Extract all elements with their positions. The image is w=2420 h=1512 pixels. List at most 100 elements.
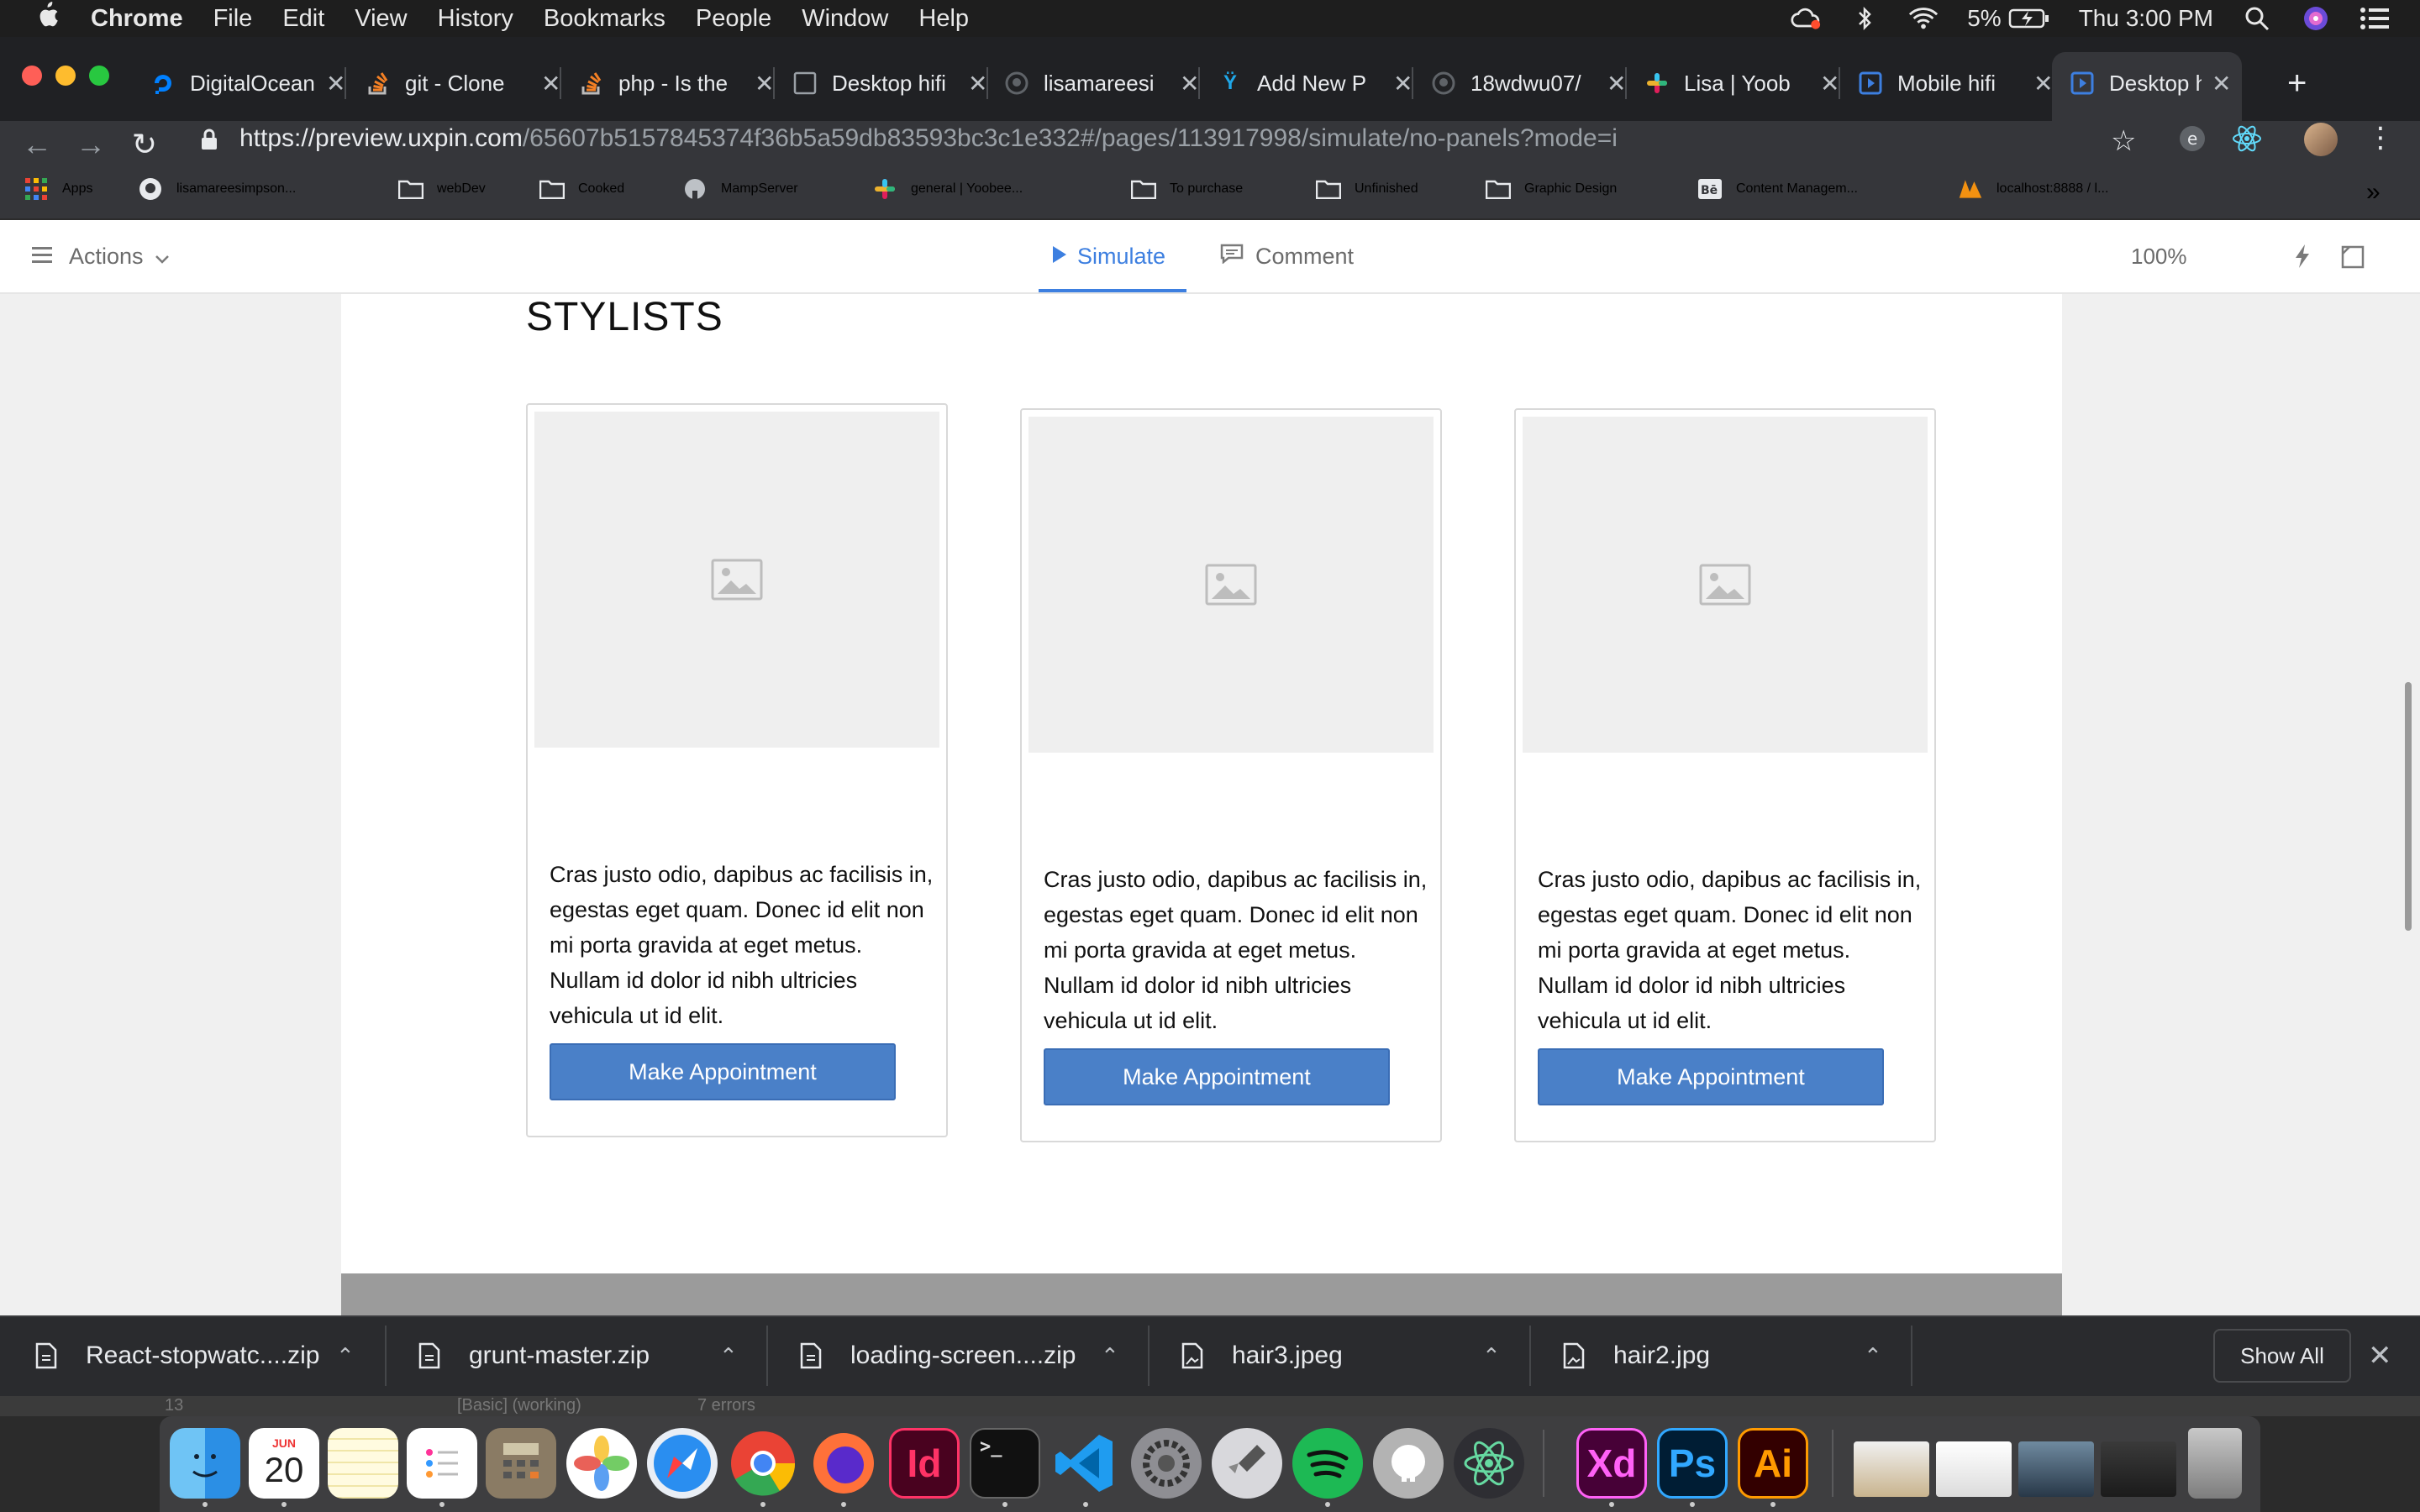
vertical-scrollbar[interactable] (2405, 682, 2412, 931)
reminders-icon[interactable] (407, 1428, 477, 1499)
reload-button[interactable]: ↻ (126, 126, 163, 163)
tab-slack-lisa[interactable]: Lisa | Yoob ✕ (1645, 59, 1839, 108)
system-preferences-icon[interactable] (1131, 1428, 1202, 1499)
bookmark-folder-graphic-design[interactable]: Graphic Design (1486, 178, 1617, 200)
tab-github-lisamareesi[interactable]: lisamareesi ✕ (1005, 59, 1199, 108)
tab-github-18wdwu07[interactable]: 18wdwu07/ ✕ (1432, 59, 1626, 108)
zoom-level[interactable]: 100% (2131, 244, 2187, 270)
minimized-window-thumbnail[interactable] (2101, 1441, 2176, 1497)
url-text[interactable]: https://preview.uxpin.com/65607b51578453… (239, 124, 1618, 153)
tab-add-new-post[interactable]: Ϋ Add New P ✕ (1218, 59, 1413, 108)
more-bookmarks-chevron-icon[interactable]: » (2366, 178, 2381, 207)
menu-history[interactable]: History (438, 5, 513, 33)
close-tab-icon[interactable]: ✕ (968, 70, 987, 97)
tab-php[interactable]: php - Is the ✕ (580, 59, 774, 108)
close-tab-icon[interactable]: ✕ (2033, 70, 2053, 97)
new-tab-button[interactable]: + (2287, 59, 2307, 108)
atom-icon[interactable] (1454, 1428, 1524, 1499)
bookmark-content-management[interactable]: Bē Content Managem... (1697, 178, 1858, 200)
bookmark-star-icon[interactable]: ☆ (2111, 124, 2136, 158)
adobe-xd-icon[interactable]: Xd (1576, 1428, 1647, 1499)
siri-icon[interactable] (2301, 6, 2331, 31)
make-appointment-button[interactable]: Make Appointment (550, 1043, 896, 1100)
download-options-chevron-up-icon[interactable]: ⌃ (336, 1315, 355, 1396)
window-minimize-button[interactable] (55, 66, 76, 86)
photoshop-icon[interactable]: Ps (1657, 1428, 1728, 1499)
bluetooth-icon[interactable] (1849, 6, 1880, 31)
download-item[interactable]: React-stopwatc....zip (35, 1315, 319, 1396)
minimized-window-thumbnail[interactable] (2018, 1441, 2094, 1497)
menu-edit[interactable]: Edit (282, 5, 324, 33)
vscode-icon[interactable] (1050, 1428, 1121, 1499)
comment-tab[interactable]: Comment (1220, 244, 1354, 270)
illustrator-icon[interactable]: Ai (1738, 1428, 1808, 1499)
profile-avatar[interactable] (2304, 123, 2338, 156)
calculator-icon[interactable] (486, 1428, 556, 1499)
minimized-window-thumbnail[interactable] (1936, 1441, 2012, 1497)
spotlight-search-icon[interactable] (2242, 6, 2272, 31)
react-devtools-icon[interactable] (2232, 124, 2262, 157)
tab-mobile-hifi[interactable]: Mobile hifi ✕ (1859, 59, 2053, 108)
download-item[interactable]: hair3.jpeg (1181, 1315, 1343, 1396)
photos-icon[interactable] (566, 1428, 637, 1499)
tab-git-clone[interactable]: git - Clone ✕ (366, 59, 560, 108)
back-button[interactable]: ← (18, 126, 55, 163)
close-tab-icon[interactable]: ✕ (755, 70, 774, 97)
close-tab-icon[interactable]: ✕ (541, 70, 560, 97)
battery-indicator[interactable]: 5% (1967, 5, 2049, 32)
menu-view[interactable]: View (355, 5, 407, 33)
bookmark-mampserver[interactable]: MampServer (682, 178, 798, 200)
download-item[interactable]: loading-screen....zip (800, 1315, 1076, 1396)
sequel-pro-icon[interactable] (1373, 1428, 1444, 1499)
close-tab-icon[interactable]: ✕ (1607, 70, 1626, 97)
terminal-icon[interactable]: >_ (970, 1428, 1040, 1499)
calendar-icon[interactable]: JUN 20 (249, 1428, 319, 1499)
close-tab-icon[interactable]: ✕ (1820, 70, 1839, 97)
indesign-icon[interactable]: Id (889, 1428, 960, 1499)
download-item[interactable]: hair2.jpg (1563, 1315, 1710, 1396)
bookmark-folder-to-purchase[interactable]: To purchase (1131, 178, 1243, 200)
lightning-icon[interactable] (2294, 244, 2311, 273)
menu-bookmarks[interactable]: Bookmarks (544, 5, 666, 33)
menu-people[interactable]: People (696, 5, 771, 33)
menu-file[interactable]: File (213, 5, 253, 33)
extension-evernote-icon[interactable]: e (2178, 124, 2207, 157)
wifi-icon[interactable] (1908, 6, 1939, 31)
minimized-window-thumbnail[interactable] (1854, 1441, 1929, 1497)
download-item[interactable]: grunt-master.zip (418, 1315, 650, 1396)
launchpad-icon[interactable] (1212, 1428, 1282, 1499)
make-appointment-button[interactable]: Make Appointment (1044, 1048, 1390, 1105)
notification-center-icon[interactable] (2360, 6, 2390, 31)
window-zoom-button[interactable] (89, 66, 109, 86)
notes-icon[interactable] (328, 1428, 398, 1499)
creative-cloud-icon[interactable] (1791, 6, 1821, 31)
close-tab-icon[interactable]: ✕ (1180, 70, 1199, 97)
close-tab-icon[interactable]: ✕ (326, 70, 345, 97)
firefox-icon[interactable] (808, 1428, 879, 1499)
close-tab-icon[interactable]: ✕ (2212, 70, 2231, 97)
actions-menu[interactable]: Actions (32, 244, 169, 270)
trash-icon[interactable] (2188, 1428, 2242, 1499)
menu-app-name[interactable]: Chrome (91, 5, 183, 33)
make-appointment-button[interactable]: Make Appointment (1538, 1048, 1884, 1105)
tab-desktop-hifi-active[interactable]: Desktop hi ✕ (2070, 59, 2231, 108)
bookmark-apps[interactable]: Apps (24, 178, 92, 200)
safari-icon[interactable] (647, 1428, 718, 1499)
bookmark-github[interactable]: lisamareesimpson... (138, 178, 296, 200)
bookmark-slack-general[interactable]: general | Yoobee... (872, 178, 1023, 200)
fullscreen-icon[interactable] (2341, 245, 2365, 273)
bookmark-folder-webdev[interactable]: webDev (398, 178, 486, 200)
menu-window[interactable]: Window (802, 5, 888, 33)
menubar-clock[interactable]: Thu 3:00 PM (2079, 5, 2213, 32)
download-options-chevron-up-icon[interactable]: ⌃ (1482, 1315, 1501, 1396)
show-all-downloads-button[interactable]: Show All (2213, 1329, 2351, 1383)
chrome-icon[interactable] (728, 1428, 798, 1499)
spotify-icon[interactable] (1292, 1428, 1363, 1499)
simulate-tab[interactable]: Simulate (1052, 244, 1165, 270)
bookmark-folder-cooked[interactable]: Cooked (539, 178, 624, 200)
bookmark-folder-unfinished[interactable]: Unfinished (1316, 178, 1418, 200)
apple-menu-icon[interactable] (34, 1, 60, 36)
finder-icon[interactable] (170, 1428, 240, 1499)
window-close-button[interactable] (22, 66, 42, 86)
bookmark-localhost[interactable]: localhost:8888 / l... (1958, 178, 2108, 200)
